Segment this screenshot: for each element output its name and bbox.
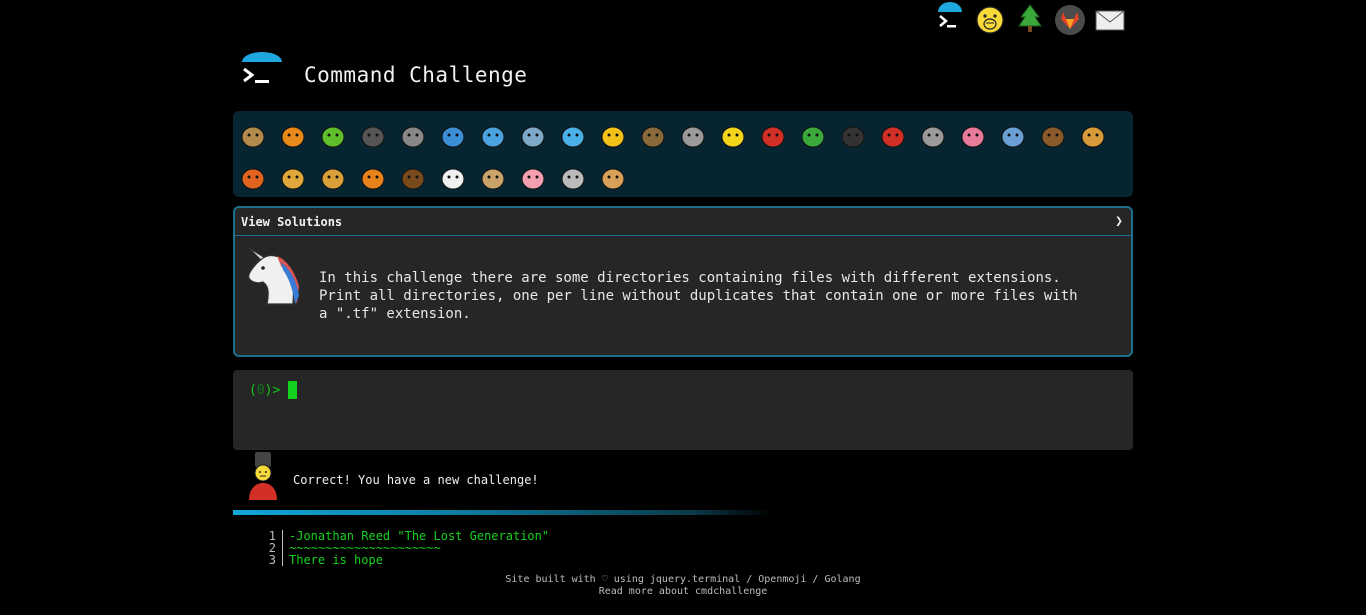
ladybug-icon[interactable] — [753, 116, 793, 156]
worm-icon[interactable] — [953, 116, 993, 156]
dog-icon[interactable] — [1073, 116, 1113, 156]
blowfish-icon[interactable] — [633, 116, 673, 156]
terminal-icon[interactable] — [934, 2, 966, 36]
gitlab-fox-icon[interactable] — [1054, 2, 1086, 36]
snail-icon[interactable] — [233, 116, 273, 156]
view-solutions-label: View Solutions — [241, 214, 343, 229]
scorpion-icon[interactable] — [873, 116, 913, 156]
guard-icon — [246, 452, 280, 500]
microbe-icon[interactable] — [993, 116, 1033, 156]
bee-icon[interactable] — [713, 116, 753, 156]
prompt-open: ( — [249, 382, 257, 398]
divider-bar — [233, 510, 773, 515]
chevron-right-icon: ❯ — [1115, 214, 1123, 229]
footer-about-link[interactable]: Read more about cmdchallenge — [0, 586, 1366, 597]
view-solutions-toggle[interactable]: View Solutions ❯ — [235, 208, 1131, 236]
top-icon-bar — [934, 2, 1126, 36]
envelope-icon[interactable] — [1094, 2, 1126, 36]
tiger-icon[interactable] — [353, 158, 393, 198]
terminal-logo-icon[interactable] — [240, 52, 286, 98]
cat-icon[interactable] — [273, 158, 313, 198]
challenge-description: In this challenge there are some directo… — [319, 270, 1078, 322]
challenge-animal-strip — [233, 111, 1133, 197]
terminal-cursor[interactable] — [288, 381, 298, 399]
fly-icon[interactable] — [913, 116, 953, 156]
terminal[interactable]: (0)> — [233, 370, 1133, 450]
fox-icon[interactable] — [233, 158, 273, 198]
hamster-icon[interactable] — [593, 158, 633, 198]
monkey-icon[interactable] — [1033, 116, 1073, 156]
page-title: Command Challenge — [304, 63, 528, 87]
challenge-panel: View Solutions ❯ In this challenge there… — [233, 206, 1133, 357]
exit-code: 0 — [256, 382, 265, 398]
tropical-fish-icon[interactable] — [593, 116, 633, 156]
footer-credits: Site built with ♡ using jquery.terminal … — [505, 574, 861, 585]
output-poem: 1 -Jonathan Reed "The Lost Generation" 2 ~… — [258, 530, 549, 566]
shark-icon[interactable] — [473, 116, 513, 156]
horse-icon[interactable] — [393, 158, 433, 198]
tree-icon[interactable] — [1014, 2, 1046, 36]
mouse-icon[interactable] — [553, 158, 593, 198]
face-hand-over-mouth-icon[interactable] — [974, 2, 1006, 36]
pig-icon[interactable] — [513, 158, 553, 198]
cricket-icon[interactable] — [793, 116, 833, 156]
whale-icon[interactable] — [433, 116, 473, 156]
animal-row-1 — [233, 116, 1133, 158]
line-text: There is hope — [289, 553, 383, 567]
poem-line: 3 There is hope — [258, 554, 549, 566]
spider-web-icon[interactable] — [393, 116, 433, 156]
butterfly-icon[interactable] — [273, 116, 313, 156]
ant-icon[interactable] — [353, 116, 393, 156]
spider-icon[interactable] — [833, 116, 873, 156]
wolf-icon[interactable] — [673, 116, 713, 156]
status-message: Correct! You have a new challenge! — [293, 473, 539, 487]
terminal-prompt: (0)> — [249, 381, 1117, 399]
lion-icon[interactable] — [313, 158, 353, 198]
unicorn-icon[interactable] — [433, 158, 473, 198]
caterpillar-icon[interactable] — [313, 116, 353, 156]
line-number: 3 — [258, 554, 283, 566]
unicorn-icon — [243, 246, 303, 306]
prompt-close: )> — [264, 382, 281, 398]
fish-icon[interactable] — [553, 116, 593, 156]
animal-row-2 — [233, 158, 1133, 200]
page-header: Command Challenge — [240, 50, 527, 100]
cow-icon[interactable] — [473, 158, 513, 198]
dolphin-icon[interactable] — [513, 116, 553, 156]
